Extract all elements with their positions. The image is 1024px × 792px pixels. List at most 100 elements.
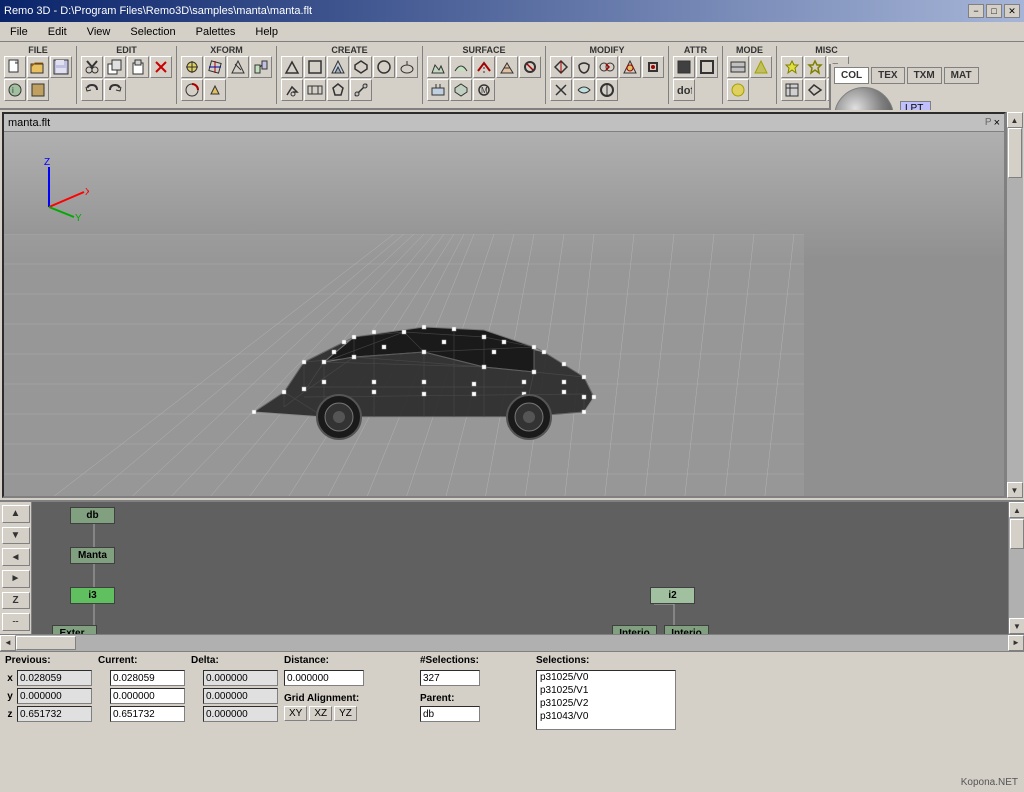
tb-surf5[interactable] (519, 56, 541, 78)
hier-scroll-down[interactable]: ▼ (1009, 618, 1024, 634)
tb-copy[interactable] (104, 56, 126, 78)
tb-misc4[interactable] (781, 79, 803, 101)
tb-mod3[interactable] (596, 56, 618, 78)
tab-tex[interactable]: TEX (871, 67, 904, 84)
tab-col[interactable]: COL (834, 67, 869, 84)
tb-file4[interactable]: i (4, 79, 26, 101)
tb-mode2[interactable] (750, 56, 772, 78)
tb-mod8[interactable] (596, 79, 618, 101)
sel-item-3[interactable]: p31043/V0 (537, 710, 675, 723)
tb-delete[interactable] (150, 56, 172, 78)
menu-edit[interactable]: Edit (42, 25, 73, 39)
tb-attr1[interactable] (673, 56, 695, 78)
tb-create3[interactable] (327, 56, 349, 78)
tb-open[interactable] (27, 56, 49, 78)
tb-mod6[interactable] (550, 79, 572, 101)
menu-palettes[interactable]: Palettes (190, 25, 242, 39)
hier-scroll-up[interactable]: ▲ (1009, 502, 1024, 518)
tb-surf3[interactable] (473, 56, 495, 78)
tb-surf7[interactable] (450, 79, 472, 101)
tb-redo[interactable] (104, 79, 126, 101)
tb-save[interactable] (50, 56, 72, 78)
maximize-button[interactable]: □ (986, 4, 1002, 18)
tab-txm[interactable]: TXM (907, 67, 942, 84)
tb-misc5[interactable] (804, 79, 826, 101)
tb-xform4[interactable] (250, 56, 272, 78)
tb-create6[interactable] (396, 56, 418, 78)
tb-mod7[interactable] (573, 79, 595, 101)
tb-xform1[interactable] (181, 56, 203, 78)
node-exter[interactable]: Exter.. (52, 625, 97, 634)
tb-new[interactable] (4, 56, 26, 78)
node-inter1[interactable]: Interio (612, 625, 657, 634)
tb-paste[interactable] (127, 56, 149, 78)
ctrl-left[interactable]: ◄ (2, 548, 30, 566)
ctrl-right[interactable]: ► (2, 570, 30, 588)
scroll-down-button[interactable]: ▼ (1007, 482, 1023, 498)
menu-help[interactable]: Help (249, 25, 284, 39)
align-xy[interactable]: XY (284, 706, 307, 721)
tb-surf2[interactable] (450, 56, 472, 78)
tb-mode3[interactable] (727, 79, 749, 101)
scroll-thumb[interactable] (1008, 128, 1022, 178)
tb-file5[interactable] (27, 79, 49, 101)
ctrl-extra[interactable]: ╌ (2, 613, 30, 631)
tb-surf6[interactable] (427, 79, 449, 101)
node-manta[interactable]: Manta (70, 547, 115, 564)
hscroll-thumb[interactable] (16, 636, 76, 650)
sel-item-2[interactable]: p31025/V2 (537, 697, 675, 710)
tab-mat[interactable]: MAT (944, 67, 979, 84)
node-i3[interactable]: i3 (70, 587, 115, 604)
menu-view[interactable]: View (81, 25, 117, 39)
sel-item-0[interactable]: p31025/V0 (537, 671, 675, 684)
tb-mod2[interactable] (573, 56, 595, 78)
tb-create7[interactable] (281, 79, 303, 101)
tb-cut[interactable] (81, 56, 103, 78)
tb-create1[interactable] (281, 56, 303, 78)
menu-file[interactable]: File (4, 25, 34, 39)
viewport-scrollbar: ▲ ▼ (1006, 112, 1022, 498)
align-yz[interactable]: YZ (334, 706, 357, 721)
tb-surf4[interactable] (496, 56, 518, 78)
tb-attr2[interactable] (696, 56, 718, 78)
close-button[interactable]: ✕ (1004, 4, 1020, 18)
selections-list[interactable]: p31025/V0 p31025/V1 p31025/V2 p31043/V0 (536, 670, 676, 730)
tb-mode1[interactable] (727, 56, 749, 78)
tb-create2[interactable] (304, 56, 326, 78)
node-i2[interactable]: i2 (650, 587, 695, 604)
tb-undo[interactable] (81, 79, 103, 101)
tb-create5[interactable] (373, 56, 395, 78)
scroll-up-button[interactable]: ▲ (1007, 112, 1023, 128)
tb-create9[interactable] (327, 79, 349, 101)
hierarchy-area[interactable]: db Manta i3 i2 Exter.. Interio Interio (32, 502, 1008, 634)
sel-item-1[interactable]: p31025/V1 (537, 684, 675, 697)
tb-surf1[interactable] (427, 56, 449, 78)
tb-attr3[interactable]: dof (673, 79, 695, 101)
ctrl-down[interactable]: ▼ (2, 527, 30, 545)
node-db[interactable]: db (70, 507, 115, 524)
selections-group: Selections: p31025/V0 p31025/V1 p31025/V… (536, 655, 1019, 730)
tb-mod1[interactable] (550, 56, 572, 78)
tb-surf8[interactable]: M (473, 79, 495, 101)
tb-create10[interactable] (350, 79, 372, 101)
viewport-close[interactable]: × (994, 117, 1000, 129)
align-xz[interactable]: XZ (309, 706, 332, 721)
tb-xform5[interactable] (181, 79, 203, 101)
ctrl-up[interactable]: ▲ (2, 505, 30, 523)
hscroll-right[interactable]: ► (1008, 635, 1024, 651)
tb-mod4[interactable] (619, 56, 641, 78)
minimize-button[interactable]: − (968, 4, 984, 18)
viewport[interactable]: manta.flt P × (2, 112, 1006, 498)
tb-xform6[interactable] (204, 79, 226, 101)
tb-mod5[interactable] (642, 56, 664, 78)
tb-create8[interactable] (304, 79, 326, 101)
tb-xform2[interactable] (204, 56, 226, 78)
hscroll-left[interactable]: ◄ (0, 635, 16, 651)
ctrl-z[interactable]: Z (2, 592, 30, 610)
node-inter2[interactable]: Interio (664, 625, 709, 634)
tb-misc2[interactable] (804, 56, 826, 78)
tb-misc1[interactable] (781, 56, 803, 78)
menu-selection[interactable]: Selection (124, 25, 181, 39)
tb-xform3[interactable] (227, 56, 249, 78)
tb-create4[interactable] (350, 56, 372, 78)
